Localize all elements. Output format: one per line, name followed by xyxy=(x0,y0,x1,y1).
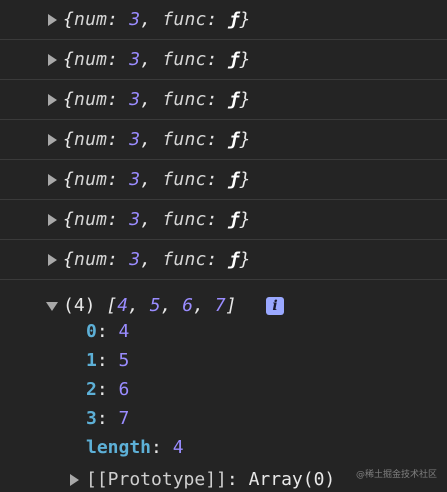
expand-triangle-icon[interactable] xyxy=(48,14,57,26)
expand-triangle-icon[interactable] xyxy=(48,54,57,66)
console-log-row[interactable]: {num: 3, func: ƒ} xyxy=(0,200,447,240)
array-property-row: 3: 7 xyxy=(86,408,130,429)
collapse-triangle-icon[interactable] xyxy=(46,302,58,311)
expand-triangle-icon[interactable] xyxy=(48,254,57,266)
expand-triangle-icon[interactable] xyxy=(48,134,57,146)
console-panel: {num: 3, func: ƒ} {num: 3, func: ƒ} {num… xyxy=(0,0,447,492)
object-preview[interactable]: {num: 3, func: ƒ} xyxy=(63,9,251,30)
expand-triangle-icon[interactable] xyxy=(70,474,79,486)
object-preview[interactable]: {num: 3, func: ƒ} xyxy=(63,169,251,190)
object-preview[interactable]: {num: 3, func: ƒ} xyxy=(63,129,251,150)
watermark-text: @稀土掘金技术社区 xyxy=(356,470,438,480)
array-property-row: 2: 6 xyxy=(86,379,130,400)
console-log-row[interactable]: {num: 3, func: ƒ} xyxy=(0,120,447,160)
array-summary[interactable]: (4) [4, 5, 6, 7] xyxy=(63,295,236,316)
expand-triangle-icon[interactable] xyxy=(48,214,57,226)
console-log-row[interactable]: {num: 3, func: ƒ} xyxy=(0,160,447,200)
console-log-row[interactable]: {num: 3, func: ƒ} xyxy=(0,40,447,80)
object-preview[interactable]: {num: 3, func: ƒ} xyxy=(63,49,251,70)
console-log-row[interactable]: {num: 3, func: ƒ} xyxy=(0,240,447,280)
array-property-row: 0: 4 xyxy=(86,321,130,342)
object-preview[interactable]: {num: 3, func: ƒ} xyxy=(63,249,251,270)
object-preview[interactable]: {num: 3, func: ƒ} xyxy=(63,89,251,110)
array-length-row: length: 4 xyxy=(86,437,184,458)
expand-triangle-icon[interactable] xyxy=(48,94,57,106)
array-property-row: 1: 5 xyxy=(86,350,130,371)
info-icon[interactable]: i xyxy=(266,297,284,315)
expand-triangle-icon[interactable] xyxy=(48,174,57,186)
console-log-row[interactable]: {num: 3, func: ƒ} xyxy=(0,80,447,120)
object-preview[interactable]: {num: 3, func: ƒ} xyxy=(63,209,251,230)
prototype-label[interactable]: [[Prototype]]: Array(0) xyxy=(86,466,335,492)
array-header[interactable]: (4) [4, 5, 6, 7] i xyxy=(0,290,447,318)
console-log-row[interactable]: {num: 3, func: ƒ} xyxy=(0,0,447,40)
expanded-array-entry: (4) [4, 5, 6, 7] i 0: 4 1: 5 2: 6 3: 7 l… xyxy=(0,290,447,492)
